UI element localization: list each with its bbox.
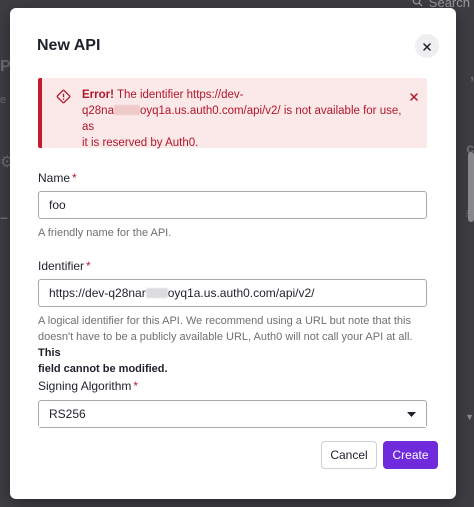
error-close-button[interactable] [406,88,422,104]
signing-algorithm-value: RS256 [49,407,86,421]
scroll-down-arrow-icon: ▼ [465,412,474,422]
identifier-help-line1: A logical identifier for this API. We re… [38,315,411,327]
error-prefix: Error! [82,89,114,101]
name-label: Name * [38,171,77,185]
close-icon [410,89,418,104]
error-text-line2-start: q28na [82,105,114,117]
close-icon [423,39,431,54]
create-button[interactable]: Create [383,441,438,469]
dialog-footer [10,426,456,427]
cancel-button[interactable]: Cancel [321,441,377,469]
redacted-text [145,288,168,298]
identifier-value-start: https://dev-q28nar [49,286,146,300]
signing-algorithm-label-text: Signing Algorithm [38,379,132,393]
background-scrollbar [468,152,474,222]
identifier-help-bold2: field cannot be modified. [38,363,168,375]
identifier-label-text: Identifier [38,259,85,273]
identifier-help-bold1: This [38,347,61,359]
error-message: Error! The identifier https://dev- q28na… [82,87,402,151]
alert-diamond-icon [56,89,71,104]
name-help-text: A friendly name for the API. [38,227,172,239]
dialog-close-button[interactable] [415,34,439,58]
new-api-dialog: New API Error! The identifier https://de… [10,8,456,499]
identifier-value-end: oyq1a.us.auth0.com/api/v2/ [167,286,315,300]
identifier-help-text: A logical identifier for this API. We re… [38,313,418,377]
caret-down-icon [407,407,416,421]
name-label-text: Name [38,171,71,185]
signing-algorithm-label: Signing Algorithm * [38,379,138,393]
error-alert: Error! The identifier https://dev- q28na… [38,78,427,151]
background-fragment: e [0,94,7,106]
name-input[interactable]: foo [38,191,427,219]
identifier-help-line2: doesn't have to be a publicly available … [38,331,413,343]
required-mark: * [133,379,139,393]
identifier-input[interactable]: https://dev-q28nar oyq1a.us.auth0.com/api… [38,279,427,307]
error-text-line3: it is reserved by Auth0. [82,137,199,149]
background-fragment: − [0,210,9,226]
redacted-text [113,105,140,115]
required-mark: * [72,171,77,185]
name-input-value: foo [49,198,66,212]
error-text-line1: The identifier https://dev- [113,89,244,101]
signing-algorithm-select[interactable]: RS256 [38,400,427,428]
background-fragment: , [470,66,474,82]
dialog-title: New API [37,37,101,54]
required-mark: * [86,259,91,273]
identifier-label: Identifier * [38,259,91,273]
